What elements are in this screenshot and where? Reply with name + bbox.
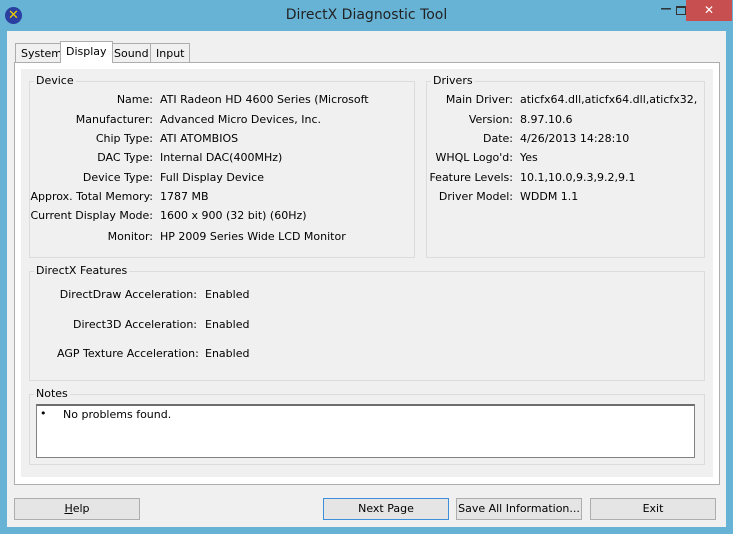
bullet-icon: •	[40, 407, 47, 420]
device-label: Current Display Mode:	[30, 209, 153, 222]
features-value: Enabled	[205, 318, 250, 331]
drivers-value: Yes	[520, 151, 538, 164]
drivers-label: Driver Model:	[438, 190, 513, 203]
features-label: DirectDraw Acceleration:	[59, 288, 197, 301]
close-button[interactable]: ✕	[686, 0, 732, 21]
device-label: Device Type:	[82, 171, 153, 184]
drivers-value: 4/26/2013 14:28:10	[520, 132, 630, 145]
device-label: Chip Type:	[95, 132, 153, 145]
device-label: Name:	[116, 93, 153, 106]
drivers-value: 8.97.10.6	[520, 113, 573, 126]
drivers-label: Version:	[468, 113, 513, 126]
features-heading: DirectX Features	[34, 264, 130, 277]
minimize-button[interactable]: —	[656, 0, 676, 21]
device-heading: Device	[34, 74, 76, 87]
exit-button[interactable]: Exit	[590, 498, 716, 520]
drivers-value: WDDM 1.1	[520, 190, 579, 203]
notes-heading: Notes	[34, 387, 70, 400]
features-value: Enabled	[205, 288, 250, 301]
drivers-label: Main Driver:	[445, 93, 513, 106]
drivers-value: aticfx64.dll,aticfx64.dll,aticfx32,aticf	[520, 93, 698, 106]
drivers-label: Feature Levels:	[429, 171, 513, 184]
tab-display[interactable]: Display	[60, 41, 113, 63]
save-all-information-button[interactable]: Save All Information...	[456, 498, 582, 520]
maximize-button[interactable]	[676, 6, 686, 15]
note-item: No problems found.	[63, 408, 172, 421]
device-label: Monitor:	[107, 230, 153, 243]
device-label: DAC Type:	[97, 151, 153, 164]
help-button[interactable]: Help	[14, 498, 140, 520]
drivers-heading: Drivers	[431, 74, 475, 87]
device-value: HP 2009 Series Wide LCD Monitor	[160, 230, 346, 243]
drivers-label: WHQL Logo'd:	[435, 151, 513, 164]
features-value: Enabled	[205, 347, 250, 360]
next-page-button[interactable]: Next Page	[323, 498, 449, 520]
device-value: 1600 x 900 (32 bit) (60Hz)	[160, 209, 307, 222]
notes-box[interactable]: • No problems found.	[36, 404, 695, 458]
drivers-value: 10.1,10.0,9.3,9.2,9.1	[520, 171, 636, 184]
tab-sound[interactable]: Sound	[108, 43, 155, 63]
window-title: DirectX Diagnostic Tool	[285, 7, 448, 23]
features-label: AGP Texture Acceleration:	[57, 347, 199, 360]
drivers-label: Date:	[483, 132, 513, 145]
device-label: Manufacturer:	[75, 113, 153, 126]
directx-app-icon: ✕	[5, 7, 22, 24]
tab-input[interactable]: Input	[150, 43, 191, 63]
drivers-group	[426, 81, 705, 258]
device-label: Approx. Total Memory:	[30, 190, 154, 203]
features-label: Direct3D Acceleration:	[73, 318, 197, 331]
